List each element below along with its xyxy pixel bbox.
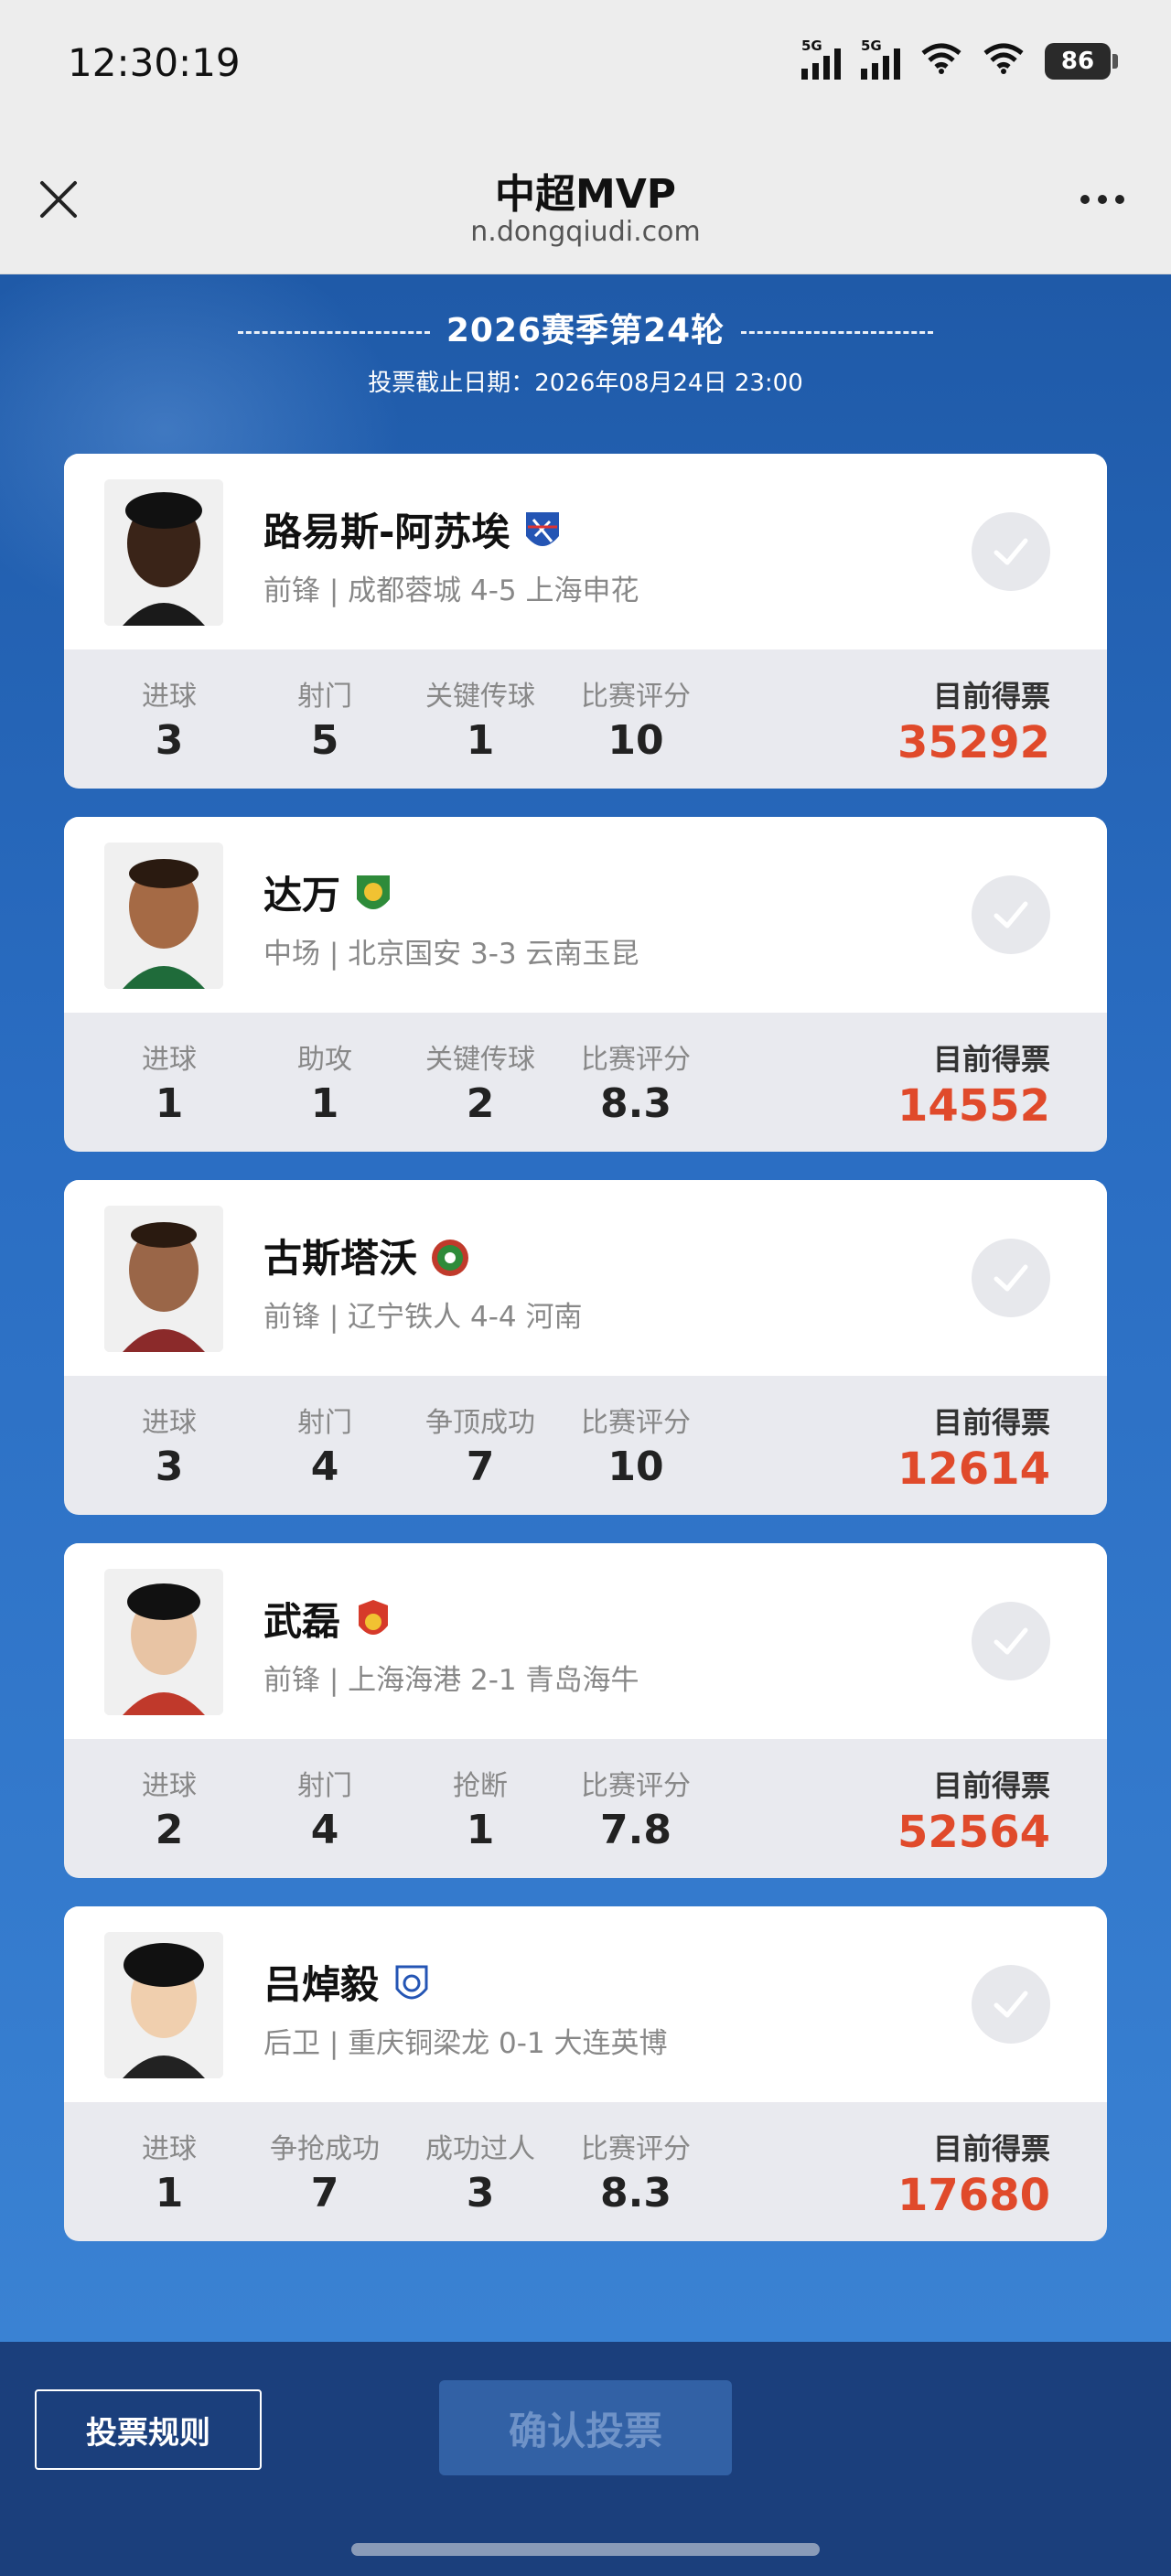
wifi-icon	[920, 42, 962, 80]
stat: 进球 2	[142, 1770, 197, 1853]
status-icons: 5G 5G 86	[801, 38, 1118, 80]
confirm-vote-button[interactable]: 确认投票	[439, 2380, 732, 2475]
stat: 争抢成功 7	[270, 2133, 380, 2216]
player-avatar	[104, 843, 223, 989]
player-name: 达万	[263, 864, 393, 920]
player-avatar	[104, 1569, 223, 1715]
nav-header: 中超MVP n.dongqiudi.com	[0, 128, 1171, 274]
player-name: 路易斯-阿苏埃	[263, 501, 563, 557]
divider	[237, 330, 430, 334]
vote-content: 2026赛季第24轮 投票截止日期：2026年08月24日 23:00 路易斯-…	[0, 274, 1171, 2342]
player-card: 古斯塔沃 前锋 | 辽宁铁人 4-4 河南 进球 3 射门 4 争顶成功 7 比赛评分…	[64, 1180, 1107, 1515]
stat: 进球 1	[142, 1044, 197, 1127]
player-info: 路易斯-阿苏埃 前锋 | 成都蓉城 4-5 上海申花	[64, 454, 1107, 649]
player-card: 路易斯-阿苏埃 前锋 | 成都蓉城 4-5 上海申花 进球 3 射门 5 关键传球 1…	[64, 454, 1107, 789]
player-info: 武磊 前锋 | 上海海港 2-1 青岛海牛	[64, 1543, 1107, 1739]
vote-count: 目前得票 17680	[897, 2131, 1050, 2221]
player-info: 吕焯毅 后卫 | 重庆铜梁龙 0-1 大连英博	[64, 1906, 1107, 2102]
player-desc: 前锋 | 辽宁铁人 4-4 河南	[263, 1301, 583, 1334]
vote-deadline: 投票截止日期：2026年08月24日 23:00	[368, 370, 803, 397]
player-info: 达万 中场 | 北京国安 3-3 云南玉昆	[64, 817, 1107, 1013]
bottom-bar: 投票规则 确认投票	[0, 2342, 1171, 2576]
player-card: 武磊 前锋 | 上海海港 2-1 青岛海牛 进球 2 射门 4 抢断 1 比赛评分 7.…	[64, 1543, 1107, 1878]
vote-check-button[interactable]	[972, 1965, 1050, 2044]
vote-check-button[interactable]	[972, 1602, 1050, 1680]
vote-count: 目前得票 14552	[897, 1042, 1050, 1132]
home-indicator[interactable]	[351, 2543, 820, 2556]
battery-icon: 86	[1045, 43, 1118, 80]
stat: 关键传球 2	[425, 1044, 535, 1127]
status-bar: 12:30:19 5G 5G 86	[0, 0, 1171, 128]
vote-check-button[interactable]	[972, 875, 1050, 954]
check-icon	[994, 538, 1028, 565]
stat: 争顶成功 7	[425, 1407, 535, 1490]
player-desc: 前锋 | 成都蓉城 4-5 上海申花	[263, 574, 639, 607]
team-badge-icon	[353, 1598, 393, 1644]
status-time: 12:30:19	[68, 40, 241, 85]
check-icon	[994, 1991, 1028, 2018]
stat: 射门 4	[297, 1770, 352, 1853]
stat: 进球 3	[142, 1407, 197, 1490]
player-name: 武磊	[263, 1591, 393, 1647]
stat: 关键传球 1	[425, 681, 535, 764]
player-desc: 前锋 | 上海海港 2-1 青岛海牛	[263, 1664, 639, 1697]
signal-icon: 5G	[861, 38, 900, 80]
more-dot-icon	[1115, 195, 1124, 204]
team-badge-icon	[353, 872, 393, 918]
check-icon	[994, 1627, 1028, 1655]
stat: 助攻 1	[297, 1044, 352, 1127]
team-badge-icon	[522, 509, 563, 554]
vote-check-button[interactable]	[972, 512, 1050, 591]
divider	[741, 330, 934, 334]
vote-count: 目前得票 12614	[897, 1405, 1050, 1495]
page-url: n.dongqiudi.com	[470, 216, 701, 248]
stat: 比赛评分 7.8	[581, 1770, 691, 1853]
player-info: 古斯塔沃 前锋 | 辽宁铁人 4-4 河南	[64, 1180, 1107, 1376]
stat: 射门 5	[297, 681, 352, 764]
stat: 比赛评分 10	[581, 681, 691, 764]
more-dot-icon	[1080, 195, 1090, 204]
signal-icon: 5G	[801, 38, 841, 80]
stat: 比赛评分 10	[581, 1407, 691, 1490]
check-icon	[994, 1264, 1028, 1292]
player-name: 古斯塔沃	[263, 1228, 470, 1283]
team-badge-icon	[392, 1961, 432, 2007]
vote-check-button[interactable]	[972, 1239, 1050, 1317]
wifi-icon	[983, 42, 1025, 80]
player-desc: 后卫 | 重庆铜梁龙 0-1 大连英博	[263, 2027, 668, 2060]
team-badge-icon	[430, 1235, 470, 1281]
stat: 射门 4	[297, 1407, 352, 1490]
check-icon	[994, 901, 1028, 928]
stat: 进球 3	[142, 681, 197, 764]
player-avatar	[104, 1932, 223, 2078]
player-card: 达万 中场 | 北京国安 3-3 云南玉昆 进球 1 助攻 1 关键传球 2 比赛评分…	[64, 817, 1107, 1152]
player-name: 吕焯毅	[263, 1954, 432, 2010]
player-card: 吕焯毅 后卫 | 重庆铜梁龙 0-1 大连英博 进球 1 争抢成功 7 成功过人 3 …	[64, 1906, 1107, 2241]
stat: 比赛评分 8.3	[581, 1044, 691, 1127]
more-options-button[interactable]	[1070, 181, 1134, 218]
stat: 抢断 1	[453, 1770, 508, 1853]
round-title: 2026赛季第24轮	[0, 304, 1171, 351]
page-title: 中超MVP	[494, 171, 677, 218]
player-avatar	[104, 1206, 223, 1352]
more-dot-icon	[1098, 195, 1107, 204]
vote-rules-button[interactable]: 投票规则	[35, 2389, 262, 2470]
player-desc: 中场 | 北京国安 3-3 云南玉昆	[263, 938, 639, 971]
stat: 比赛评分 8.3	[581, 2133, 691, 2216]
stat: 成功过人 3	[425, 2133, 535, 2216]
vote-count: 目前得票 52564	[897, 1768, 1050, 1858]
stat: 进球 1	[142, 2133, 197, 2216]
player-avatar	[104, 479, 223, 626]
vote-count: 目前得票 35292	[897, 679, 1050, 768]
